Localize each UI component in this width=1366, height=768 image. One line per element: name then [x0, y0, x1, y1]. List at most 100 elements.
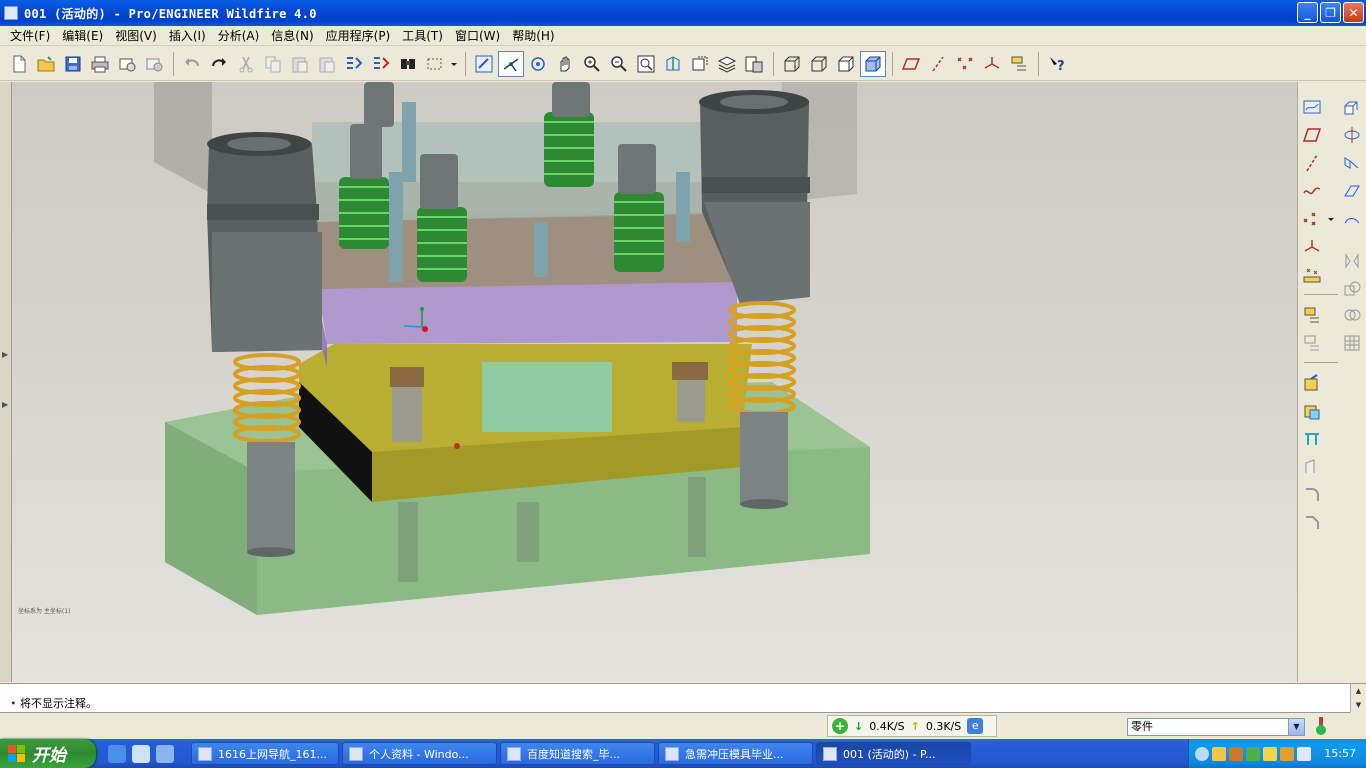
plus-icon[interactable]: + [832, 718, 848, 734]
copy-icon[interactable] [260, 51, 286, 77]
email-icon[interactable] [114, 51, 140, 77]
minimize-button[interactable]: _ [1297, 2, 1318, 23]
start-button[interactable]: 开始 [0, 739, 96, 768]
datum-csys-icon[interactable] [1301, 236, 1323, 258]
datum-axes-icon[interactable] [925, 51, 951, 77]
saved-views-icon[interactable] [687, 51, 713, 77]
zoom-in-icon[interactable] [579, 51, 605, 77]
annotation-feature-icon[interactable] [1301, 304, 1323, 326]
expand-panel-icon[interactable]: ▶ [2, 400, 8, 409]
menu-tools[interactable]: 工具(T) [396, 27, 449, 44]
save-icon[interactable] [60, 51, 86, 77]
wireframe-icon[interactable] [779, 51, 805, 77]
expand-panel-icon[interactable]: ▶ [2, 350, 8, 359]
coordinate-systems-icon[interactable] [979, 51, 1005, 77]
merge-icon[interactable] [1341, 278, 1363, 300]
tray-expand-icon[interactable] [1195, 746, 1209, 761]
navigator-panel-collapsed[interactable]: ▶ ▶ [0, 82, 12, 682]
sweep-icon[interactable] [1341, 152, 1363, 174]
email-link-icon[interactable] [141, 51, 167, 77]
menu-window[interactable]: 窗口(W) [449, 27, 506, 44]
chevron-down-icon[interactable] [449, 51, 459, 77]
datum-points-icon[interactable] [952, 51, 978, 77]
message-scrollbar[interactable]: ▲ ▼ [1350, 684, 1366, 714]
regenerate-icon[interactable] [341, 51, 367, 77]
boundary-blend-icon[interactable] [1341, 208, 1363, 230]
rib-icon[interactable] [1301, 428, 1323, 450]
round-icon[interactable] [1301, 484, 1323, 506]
hole-icon[interactable] [1301, 372, 1323, 394]
menu-file[interactable]: 文件(F) [4, 27, 56, 44]
refit-icon[interactable] [633, 51, 659, 77]
blend-icon[interactable] [1341, 180, 1363, 202]
pattern-table-icon[interactable] [1341, 332, 1363, 354]
menu-help[interactable]: 帮助(H) [506, 27, 560, 44]
no-hidden-icon[interactable] [833, 51, 859, 77]
app-tray-icon[interactable] [1229, 746, 1243, 761]
annotation-display-icon[interactable] [1006, 51, 1032, 77]
taskbar-item[interactable]: 1616上网导航_161... [191, 742, 339, 765]
mirror-icon[interactable] [1341, 250, 1363, 272]
selection-box-icon[interactable] [422, 51, 448, 77]
menu-view[interactable]: 视图(V) [109, 27, 163, 44]
messenger-icon[interactable] [1280, 746, 1294, 761]
browser-icon[interactable]: e [967, 718, 984, 734]
chevron-down-icon[interactable] [1325, 208, 1337, 230]
chamfer-icon[interactable] [1301, 512, 1323, 534]
find-icon[interactable] [395, 51, 421, 77]
security-icon[interactable] [1263, 746, 1277, 761]
layers-icon[interactable] [714, 51, 740, 77]
network-icon[interactable] [1246, 746, 1260, 761]
selection-filter-dropdown[interactable]: 零件 ▼ [1127, 718, 1305, 736]
new-file-icon[interactable] [6, 51, 32, 77]
shading-icon[interactable] [860, 50, 886, 77]
redo-icon[interactable] [206, 51, 232, 77]
pan-hand-icon[interactable] [552, 51, 578, 77]
draft-icon[interactable] [1301, 456, 1323, 478]
qq-icon[interactable] [1212, 746, 1226, 761]
print-icon[interactable] [87, 51, 113, 77]
spin-center-icon[interactable] [498, 50, 524, 77]
datum-plane-icon[interactable] [1301, 124, 1323, 146]
chevron-down-icon[interactable]: ▼ [1288, 719, 1304, 735]
flexible-model-icon[interactable] [1301, 332, 1323, 354]
cut-icon[interactable] [233, 51, 259, 77]
menu-insert[interactable]: 插入(I) [163, 27, 212, 44]
show-desktop-icon[interactable] [132, 744, 150, 763]
undo-icon[interactable] [179, 51, 205, 77]
network-speed-widget[interactable]: + ↓ 0.4K/S ↑ 0.3K/S e [827, 715, 997, 737]
context-help-icon[interactable]: ? [1044, 51, 1070, 77]
ie-icon[interactable] [108, 744, 126, 763]
intersect-icon[interactable] [1341, 304, 1363, 326]
shell-icon[interactable] [1301, 400, 1323, 422]
open-folder-icon[interactable] [33, 51, 59, 77]
regenerate-manager-icon[interactable] [368, 51, 394, 77]
datum-axis-icon[interactable] [1301, 152, 1323, 174]
orient-mode-icon[interactable] [525, 51, 551, 77]
hidden-line-icon[interactable] [806, 51, 832, 77]
title-bar[interactable]: 001 (活动的) - Pro/ENGINEER Wildfire 4.0 _ … [0, 0, 1366, 26]
sketch-tool-icon[interactable] [1301, 96, 1323, 118]
graphics-viewport[interactable]: 坐标系为 主坐标(1) [12, 82, 1297, 682]
datum-point-icon[interactable] [1301, 208, 1323, 230]
media-icon[interactable] [156, 744, 174, 763]
menu-applications[interactable]: 应用程序(P) [320, 27, 397, 44]
zoom-out-icon[interactable] [606, 51, 632, 77]
volume-icon[interactable] [1297, 746, 1311, 761]
datum-planes-icon[interactable] [898, 51, 924, 77]
revolve-icon[interactable] [1341, 124, 1363, 146]
menu-info[interactable]: 信息(N) [265, 27, 319, 44]
die-set-3d-model[interactable] [12, 82, 1297, 682]
paste-icon[interactable] [287, 51, 313, 77]
taskbar-item-active[interactable]: 001 (活动的) - P... [816, 742, 971, 765]
app-icon[interactable] [4, 6, 18, 20]
paste-special-icon[interactable] [314, 51, 340, 77]
datum-curve-icon[interactable] [1301, 180, 1323, 202]
datum-analysis-icon[interactable] [1301, 264, 1323, 286]
taskbar-item[interactable]: 百度知道搜索_毕... [500, 742, 655, 765]
maximize-button[interactable]: ❐ [1320, 2, 1341, 23]
clock[interactable]: 15:57 [1324, 747, 1356, 760]
taskbar-item[interactable]: 急需冲压模具毕业... [658, 742, 813, 765]
taskbar-item[interactable]: 个人资料 - Windo... [342, 742, 497, 765]
view-manager-icon[interactable] [741, 51, 767, 77]
